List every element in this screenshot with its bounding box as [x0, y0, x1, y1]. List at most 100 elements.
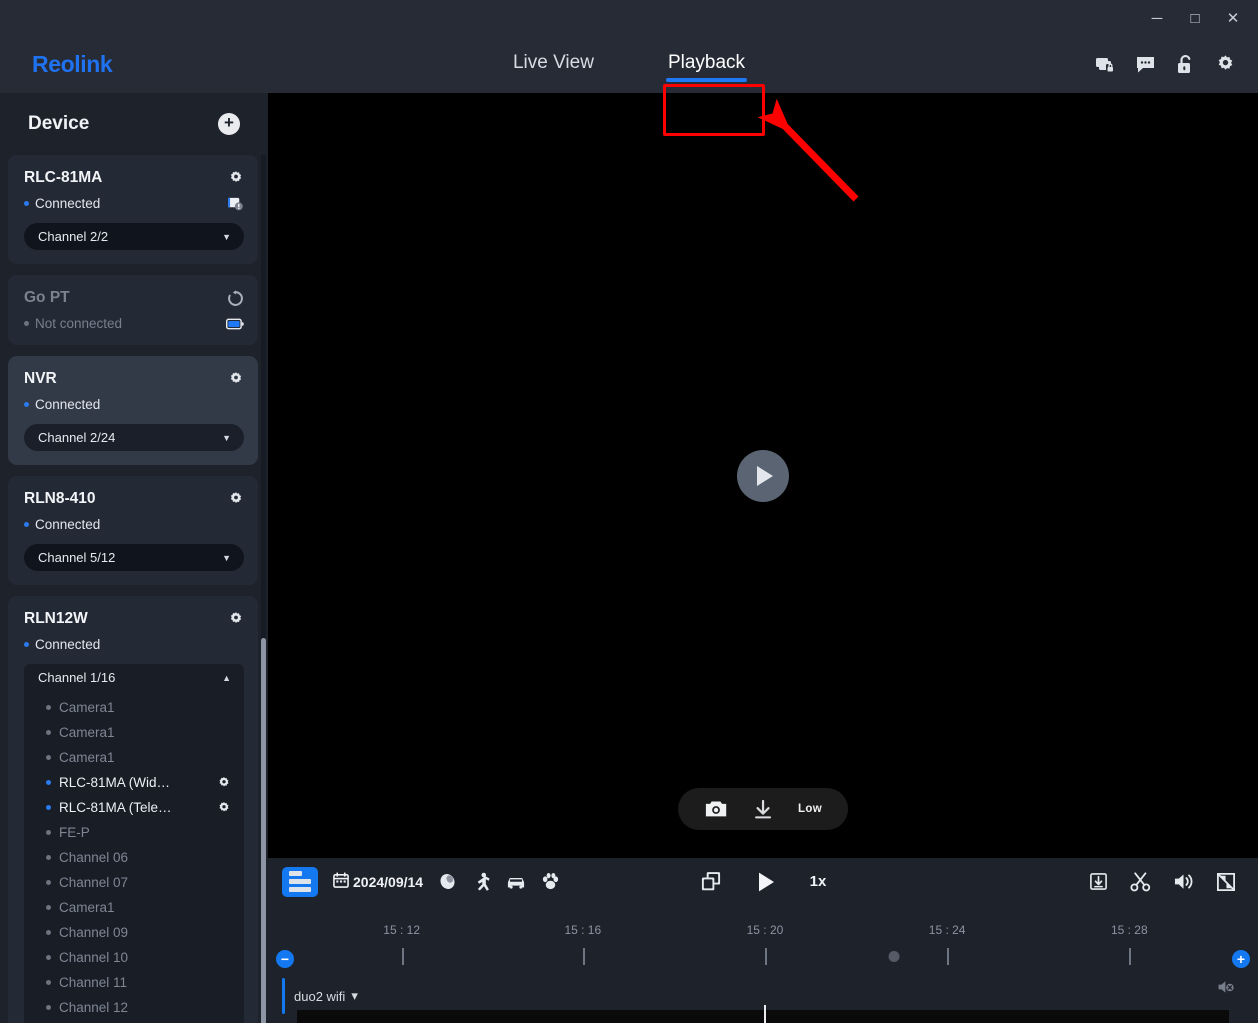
vehicle-filter-icon[interactable]: [506, 874, 526, 890]
channel-label: Channel 11: [59, 975, 127, 990]
speed-label[interactable]: 1x: [810, 873, 827, 890]
channel-dropdown[interactable]: Channel 5/12 ▼: [24, 544, 244, 571]
sdcard-warning-icon[interactable]: [227, 196, 244, 211]
list-item[interactable]: Channel 10: [24, 945, 244, 970]
channel-label: RLC-81MA (Wid…: [59, 775, 170, 790]
volume-icon[interactable]: [1173, 872, 1194, 891]
device-status-row: Connected: [24, 637, 244, 652]
channel-dropdown[interactable]: Channel 2/24 ▼: [24, 424, 244, 451]
device-card-row: RLN12W: [24, 610, 244, 628]
motion-filter-icon[interactable]: [438, 872, 457, 891]
device-card-rln12w[interactable]: RLN12W Connected Channel 1/16 ▲: [8, 596, 258, 1023]
list-item[interactable]: Channel 07: [24, 870, 244, 895]
chevron-down-icon: ▼: [222, 433, 231, 443]
refresh-icon[interactable]: [227, 290, 244, 307]
list-item[interactable]: Channel 06: [24, 845, 244, 870]
device-name: RLN12W: [24, 610, 88, 628]
timeline-zoom-out-button[interactable]: −: [276, 950, 294, 968]
device-card-rln8-410[interactable]: RLN8-410 Connected Channel 5/12 ▼: [8, 476, 258, 585]
fullscreen-icon[interactable]: [1216, 872, 1236, 892]
chat-bubble-icon[interactable]: [1132, 52, 1158, 78]
status-dot: [24, 402, 29, 407]
gear-icon[interactable]: [228, 491, 244, 507]
channel-label: FE-P: [59, 825, 90, 840]
play-button[interactable]: [756, 871, 776, 893]
scissors-clip-icon[interactable]: [1130, 872, 1151, 892]
timeline-zoom-in-button[interactable]: +: [1232, 950, 1250, 968]
device-panel-header: Device +: [0, 93, 268, 155]
main-panel: Low: [268, 93, 1258, 1023]
device-card-row: NVR: [24, 370, 244, 388]
status-dot: [46, 955, 51, 960]
quality-label[interactable]: Low: [798, 803, 822, 815]
device-card-row: RLN8-410: [24, 490, 244, 508]
gear-icon[interactable]: [228, 371, 244, 387]
minimize-button[interactable]: ─: [1138, 3, 1176, 33]
status-dot: [46, 730, 51, 735]
person-filter-icon[interactable]: [472, 872, 491, 891]
battery-icon: [226, 318, 244, 330]
status-dot: [46, 805, 51, 810]
pet-filter-icon[interactable]: [541, 872, 560, 891]
list-item[interactable]: Camera1: [24, 895, 244, 920]
list-item[interactable]: Camera1: [24, 745, 244, 770]
download-icon[interactable]: [752, 799, 774, 820]
list-item[interactable]: RLC-81MA (Tele…: [24, 795, 244, 820]
gear-icon[interactable]: [228, 611, 244, 627]
mute-icon[interactable]: [1217, 979, 1236, 996]
unlock-icon[interactable]: [1172, 52, 1198, 78]
event-list-button[interactable]: [282, 867, 318, 897]
maximize-button[interactable]: □: [1176, 3, 1214, 33]
timeline-tick: [402, 948, 404, 965]
channel-dropdown[interactable]: Channel 1/16 ▲: [24, 664, 244, 691]
list-line: [289, 879, 311, 884]
timeline-playhead[interactable]: [764, 1005, 766, 1023]
list-item[interactable]: RLC-81MA (Wid…: [24, 770, 244, 795]
video-player[interactable]: Low: [268, 93, 1258, 858]
chevron-up-icon: ▲: [222, 673, 231, 683]
tab-live-view-label: Live View: [513, 52, 594, 73]
track-selector[interactable]: duo2 wifi ▾: [294, 988, 358, 1004]
device-name: RLN8-410: [24, 490, 96, 508]
gear-icon[interactable]: [228, 170, 244, 186]
add-device-button[interactable]: +: [218, 113, 240, 135]
snapshot-icon[interactable]: [704, 799, 728, 819]
device-card-go-pt[interactable]: Go PT Not connected: [8, 275, 258, 345]
channel-list: Camera1 Camera1 Camera1 RLC-81MA (Wid… R…: [24, 691, 244, 1023]
device-name: RLC-81MA: [24, 169, 102, 187]
tab-playback[interactable]: Playback: [664, 46, 749, 84]
list-item[interactable]: FE-P: [24, 820, 244, 845]
download-clip-icon[interactable]: [1089, 872, 1108, 891]
device-card-nvr[interactable]: NVR Connected Channel 2/24 ▼: [8, 356, 258, 465]
device-status-row: Connected: [24, 397, 244, 412]
playback-timeline[interactable]: 15 : 12 15 : 16 15 : 20 15 : 24 15 : 28 …: [268, 905, 1258, 1023]
reolink-logo: Reolink: [0, 51, 270, 78]
close-button[interactable]: ✕: [1214, 3, 1252, 33]
multi-view-icon[interactable]: [700, 871, 722, 892]
date-picker[interactable]: 2024/09/14: [333, 872, 423, 891]
playback-left-group: 2024/09/14: [268, 867, 560, 897]
list-item[interactable]: Channel 11: [24, 970, 244, 995]
image-lock-icon[interactable]: [1092, 52, 1118, 78]
timeline-event-marker[interactable]: [888, 951, 899, 962]
channel-label: Camera1: [59, 700, 115, 715]
device-card-rlc-81ma[interactable]: RLC-81MA Connected: [8, 155, 258, 264]
center-play-button[interactable]: [737, 450, 789, 502]
device-status-label: Connected: [35, 637, 100, 652]
list-item[interactable]: Camera1: [24, 720, 244, 745]
gear-icon[interactable]: [1212, 52, 1238, 78]
device-status: Connected: [24, 196, 100, 211]
gear-icon[interactable]: [217, 776, 231, 790]
sidebar-scrollbar-thumb[interactable]: [261, 638, 266, 1023]
video-overlay-toolbar: Low: [678, 788, 848, 830]
calendar-icon: [333, 872, 349, 891]
channel-dropdown-value: Channel 1/16: [38, 670, 115, 685]
gear-icon[interactable]: [217, 801, 231, 815]
timeline-tick-label: 15 : 12: [383, 923, 420, 937]
timeline-tick: [583, 948, 585, 965]
tab-live-view[interactable]: Live View: [509, 46, 598, 84]
channel-dropdown[interactable]: Channel 2/2 ▼: [24, 223, 244, 250]
list-item[interactable]: Camera1: [24, 695, 244, 720]
list-item[interactable]: Channel 12: [24, 995, 244, 1020]
list-item[interactable]: Channel 09: [24, 920, 244, 945]
